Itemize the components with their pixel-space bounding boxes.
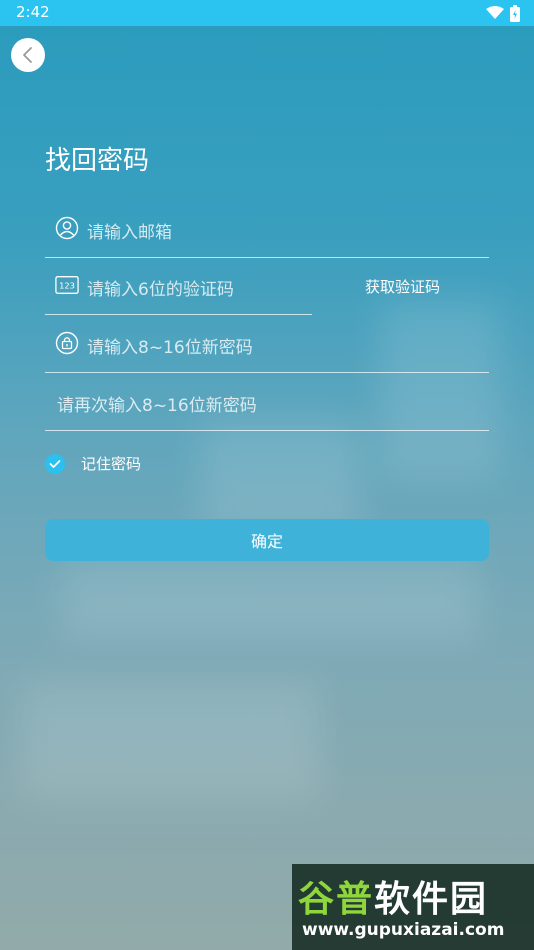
checkmark-icon xyxy=(49,459,61,468)
status-bar: 2:42 xyxy=(0,0,534,26)
verification-code-field[interactable]: 123 请输入6位的验证码 xyxy=(45,257,312,315)
code-placeholder: 请输入6位的验证码 xyxy=(87,280,234,300)
status-time: 2:42 xyxy=(16,3,50,21)
svg-text:123: 123 xyxy=(59,281,75,291)
remember-password[interactable]: 记住密码 xyxy=(45,453,141,474)
lock-icon xyxy=(55,331,79,355)
battery-icon xyxy=(510,4,520,22)
watermark-logo: 谷普软件园 www.gupuxiazai.com xyxy=(292,864,534,950)
user-icon xyxy=(55,216,79,240)
back-button[interactable] xyxy=(11,38,45,72)
email-placeholder: 请输入邮箱 xyxy=(87,223,172,243)
get-code-button[interactable]: 获取验证码 xyxy=(365,276,440,297)
chevron-left-icon xyxy=(23,47,32,63)
remember-checkbox[interactable] xyxy=(45,453,65,474)
confirm-password-field[interactable]: 请再次输入8~16位新密码 xyxy=(45,373,489,431)
number-123-icon: 123 xyxy=(55,273,79,297)
new-password-placeholder: 请输入8~16位新密码 xyxy=(87,338,253,358)
watermark-brand-rest: 软件园 xyxy=(374,879,489,920)
confirm-button[interactable]: 确定 xyxy=(45,519,489,561)
page-title: 找回密码 xyxy=(45,146,150,176)
background-blur xyxy=(60,560,480,640)
status-icons xyxy=(486,4,520,22)
confirm-password-placeholder: 请再次输入8~16位新密码 xyxy=(57,396,257,416)
watermark-url: www.gupuxiazai.com xyxy=(302,920,505,940)
watermark-brand-accent: 谷普 xyxy=(298,879,375,920)
remember-label: 记住密码 xyxy=(81,455,142,473)
watermark-brand: 谷普软件园 xyxy=(298,870,488,922)
background-blur xyxy=(20,680,320,800)
wifi-icon xyxy=(486,6,504,19)
new-password-field[interactable]: 请输入8~16位新密码 xyxy=(45,315,489,373)
email-field[interactable]: 请输入邮箱 xyxy=(45,200,489,258)
